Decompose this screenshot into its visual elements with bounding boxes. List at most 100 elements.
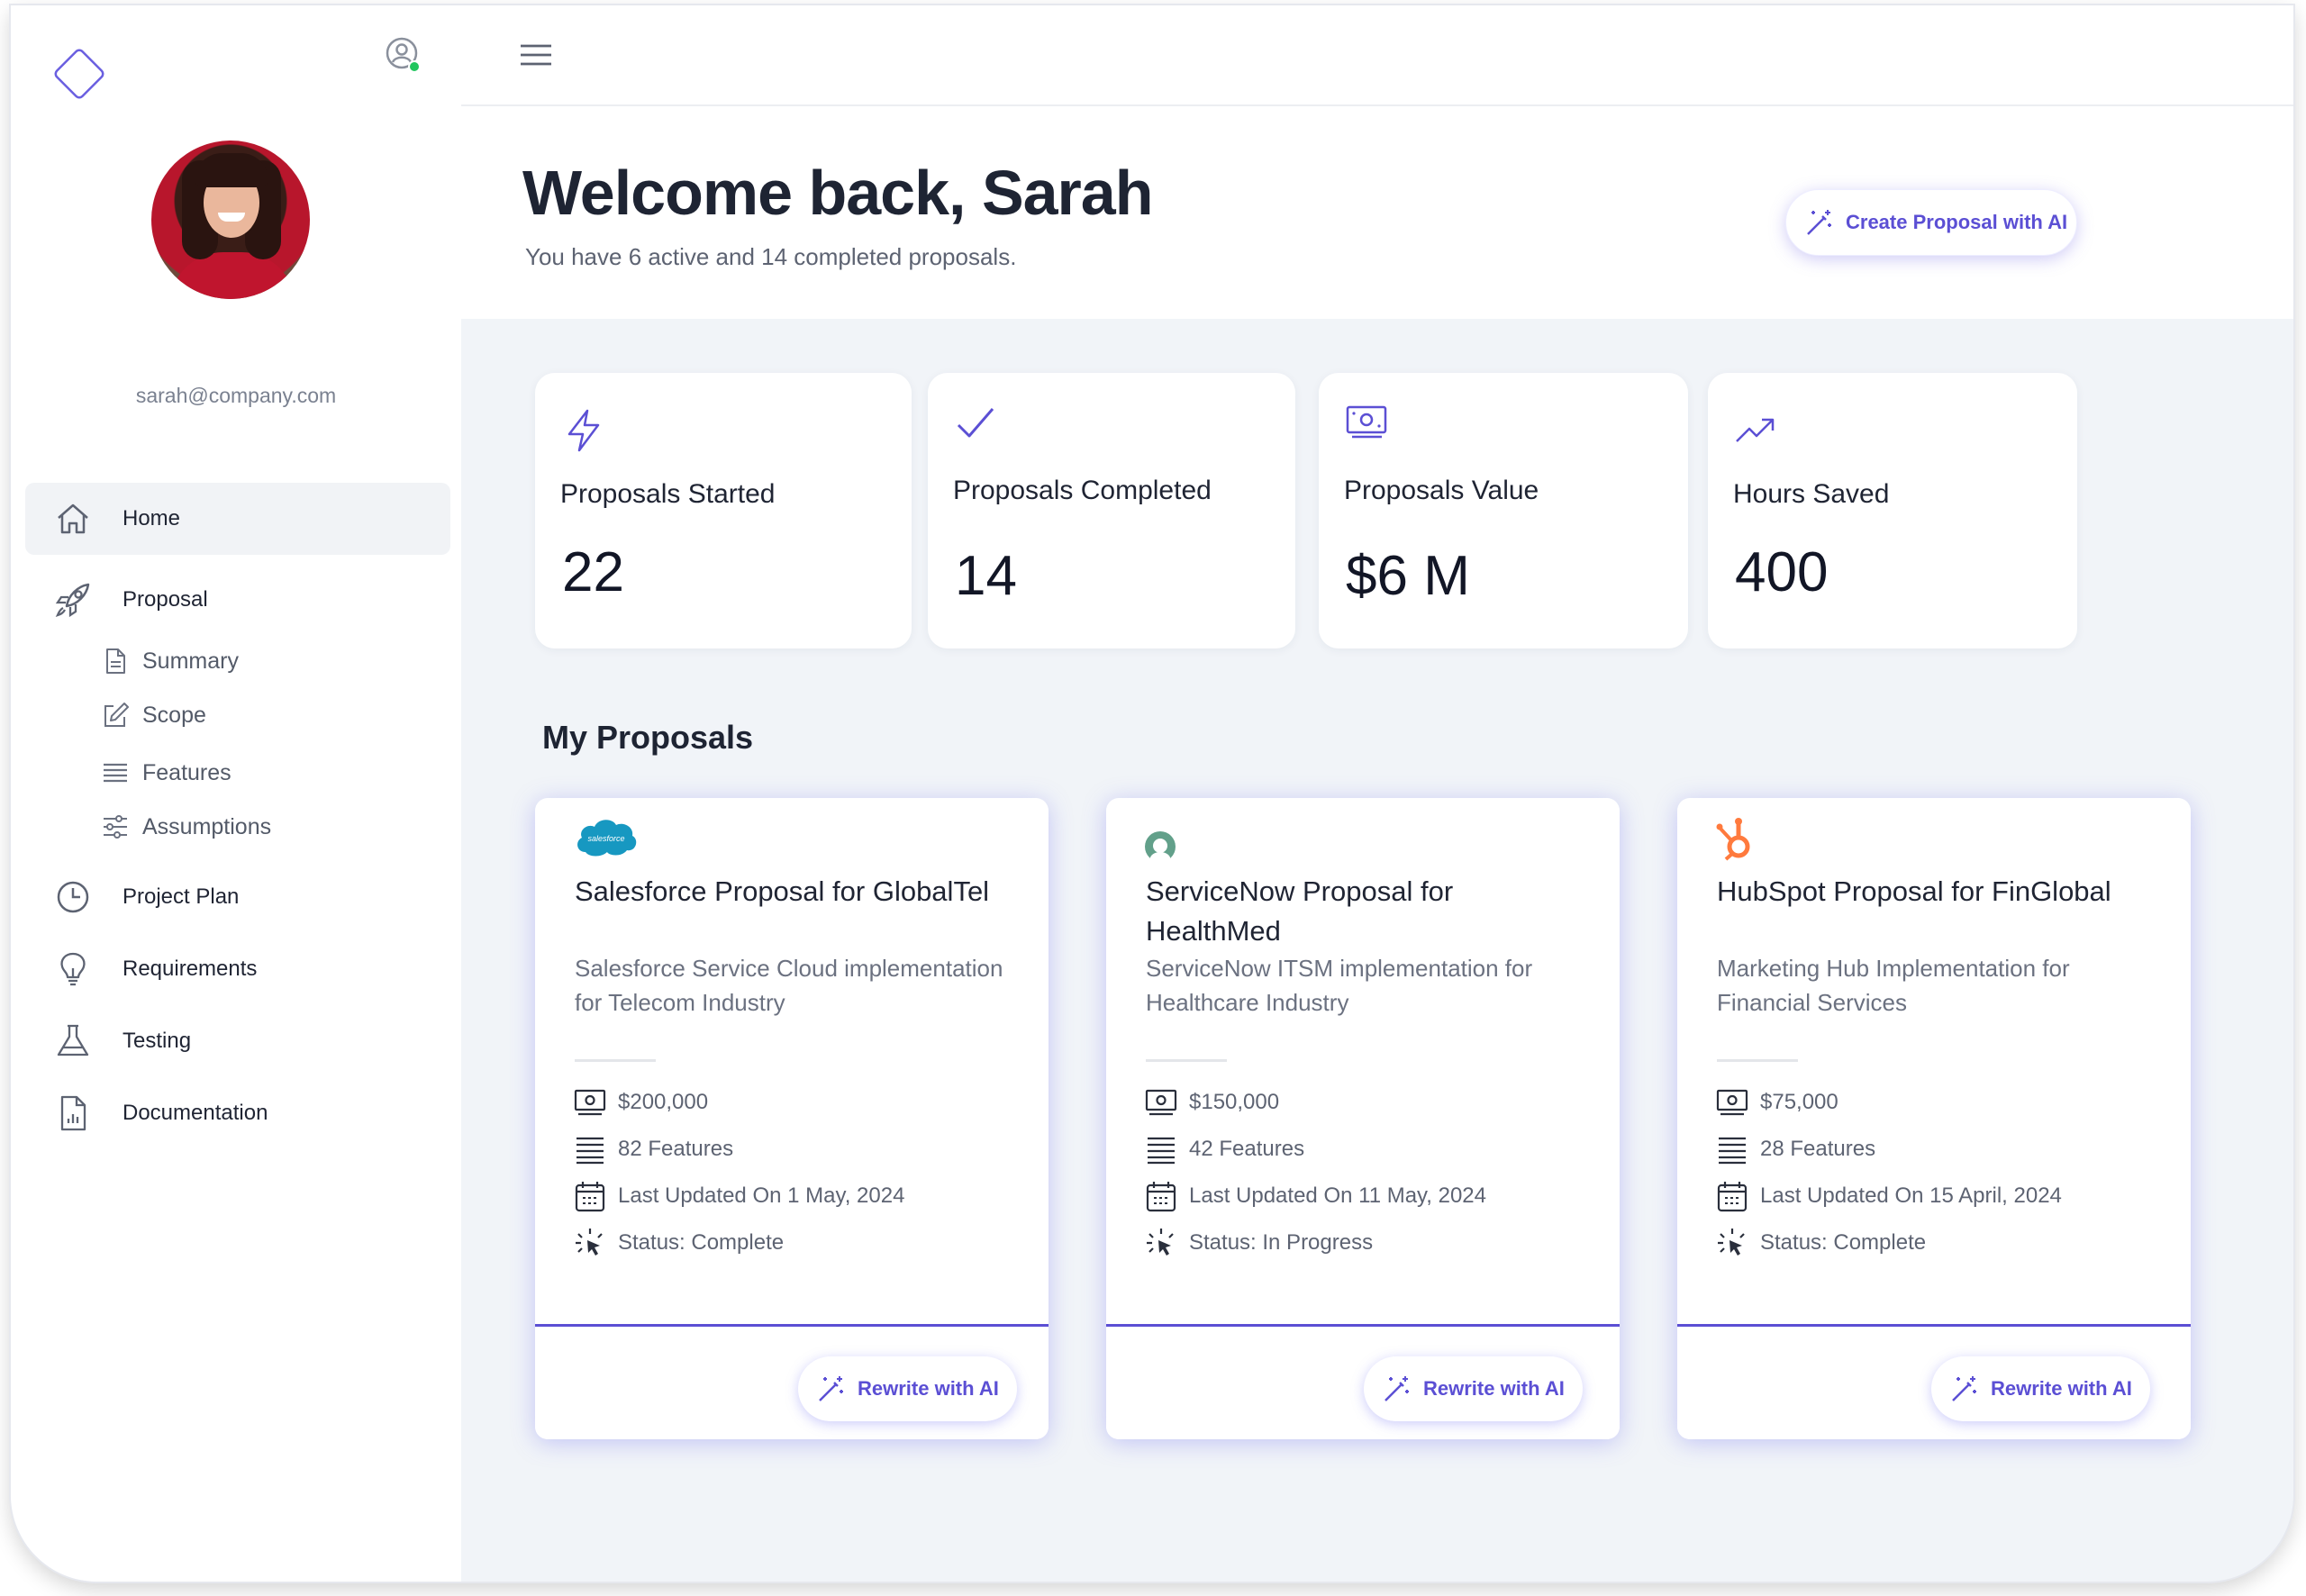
proposal-status-row: Status: Complete (1715, 1225, 1926, 1261)
proposal-features-row: 42 Features (1144, 1131, 1304, 1167)
money-icon (574, 1089, 606, 1116)
stat-card-hours-saved: Hours Saved 400 (1708, 373, 2077, 648)
proposal-value-row: $75,000 (1715, 1084, 1838, 1120)
proposal-status-row: Status: In Progress (1144, 1225, 1373, 1261)
proposal-title[interactable]: ServiceNow Proposal for HealthMed (1146, 872, 1578, 951)
sidebar-item-proposal[interactable]: Proposal (25, 564, 450, 636)
proposal-features: 82 Features (618, 1137, 734, 1161)
proposal-description: ServiceNow ITSM implementation for Healt… (1146, 955, 1533, 1016)
salesforce-logo-icon: salesforce (577, 820, 637, 857)
rewrite-with-ai-button[interactable]: Rewrite with AI (1364, 1356, 1583, 1421)
stat-label: Proposals Value (1344, 476, 1539, 505)
proposal-title[interactable]: HubSpot Proposal for FinGlobal (1717, 872, 2149, 911)
status-cursor-icon (576, 1229, 603, 1256)
proposal-value: $75,000 (1760, 1090, 1838, 1114)
proposal-status-row: Status: Complete (573, 1225, 784, 1261)
rocket-icon (55, 583, 90, 618)
proposal-description: Salesforce Service Cloud implementation … (575, 955, 1003, 1016)
divider (1146, 1059, 1227, 1062)
calendar-icon (1146, 1182, 1176, 1212)
page-header: Welcome back, Sarah You have 6 active an… (461, 106, 2293, 319)
svg-text:salesforce: salesforce (587, 834, 624, 843)
proposal-value: $150,000 (1189, 1090, 1280, 1114)
proposal-card[interactable]: HubSpot Proposal for FinGlobal Marketing… (1677, 798, 2191, 1439)
page-subtitle: You have 6 active and 14 completed propo… (525, 243, 1017, 270)
check-icon (957, 408, 994, 438)
top-bar (461, 5, 2293, 106)
proposal-card[interactable]: ServiceNow Proposal for HealthMed Servic… (1106, 798, 1620, 1439)
proposal-title[interactable]: Salesforce Proposal for GlobalTel (575, 872, 1007, 911)
document-chart-icon (60, 1095, 86, 1131)
proposal-value-row: $150,000 (1144, 1084, 1279, 1120)
magic-wand-icon (819, 1376, 843, 1401)
hubspot-logo-icon (1716, 818, 1750, 861)
sidebar: sarah@company.com Home Proposal Summary … (11, 5, 461, 1582)
section-title: My Proposals (542, 719, 754, 756)
sidebar-subitem-summary[interactable]: Summary (101, 641, 239, 681)
avatar[interactable] (151, 141, 310, 299)
rewrite-with-ai-button[interactable]: Rewrite with AI (1931, 1356, 2150, 1421)
stat-label: Proposals Completed (953, 476, 1212, 505)
sliders-icon (104, 815, 127, 839)
proposal-card-footer: Rewrite with AI (1106, 1324, 1620, 1439)
user-profile-icon[interactable] (385, 36, 422, 74)
magic-wand-icon (1807, 210, 1831, 235)
sidebar-item-home[interactable]: Home (25, 483, 450, 555)
app-logo-icon[interactable] (47, 41, 112, 106)
rewrite-label: Rewrite with AI (1991, 1377, 2132, 1400)
create-proposal-button[interactable]: Create Proposal with AI (1785, 189, 2077, 256)
proposal-status: Status: Complete (618, 1230, 785, 1255)
divider (575, 1059, 656, 1062)
stat-value: 22 (562, 541, 624, 603)
rewrite-label: Rewrite with AI (1423, 1377, 1565, 1400)
flask-icon (57, 1024, 89, 1056)
magic-wand-icon (1952, 1376, 1976, 1401)
stat-value: 400 (1735, 541, 1829, 603)
list-icon (576, 1137, 604, 1165)
money-icon (1346, 405, 1387, 439)
sidebar-subitem-label: Scope (142, 702, 206, 728)
rewrite-with-ai-button[interactable]: Rewrite with AI (798, 1356, 1017, 1421)
sidebar-item-testing[interactable]: Testing (25, 1005, 450, 1077)
trending-up-icon (1736, 418, 1775, 442)
stat-value: $6 M (1346, 545, 1470, 607)
sidebar-subitem-scope[interactable]: Scope (101, 695, 206, 735)
proposal-features: 42 Features (1189, 1137, 1305, 1161)
proposal-value-row: $200,000 (573, 1084, 708, 1120)
create-proposal-label: Create Proposal with AI (1846, 211, 2068, 233)
proposal-features: 28 Features (1760, 1137, 1876, 1161)
proposal-status: Status: In Progress (1189, 1230, 1374, 1255)
sidebar-item-requirements[interactable]: Requirements (25, 933, 450, 1005)
divider (1717, 1059, 1798, 1062)
sidebar-item-documentation[interactable]: Documentation (25, 1077, 450, 1149)
magic-wand-icon (1385, 1376, 1409, 1401)
proposal-features-row: 28 Features (1715, 1131, 1875, 1167)
page-title: Welcome back, Sarah (522, 158, 1153, 228)
proposal-card[interactable]: salesforce Salesforce Proposal for Globa… (535, 798, 1049, 1439)
sidebar-subitem-label: Features (142, 759, 232, 785)
lightbulb-icon (60, 952, 86, 986)
money-icon (1716, 1089, 1748, 1116)
proposal-updated: Last Updated On 1 May, 2024 (618, 1183, 905, 1208)
stat-card-proposals-started: Proposals Started 22 (535, 373, 912, 648)
sidebar-item-label: Project Plan (123, 884, 240, 909)
sidebar-item-project-plan[interactable]: Project Plan (25, 861, 450, 933)
rewrite-label: Rewrite with AI (858, 1377, 999, 1400)
proposal-features-row: 82 Features (573, 1131, 733, 1167)
proposal-status: Status: Complete (1760, 1230, 1927, 1255)
calendar-icon (575, 1182, 605, 1212)
hamburger-menu-icon[interactable] (519, 41, 553, 68)
sidebar-item-label: Proposal (123, 587, 208, 612)
money-icon (1145, 1089, 1177, 1116)
sidebar-subitem-features[interactable]: Features (101, 753, 232, 793)
stat-value: 14 (955, 545, 1017, 607)
status-cursor-icon (1147, 1229, 1174, 1256)
app-window: sarah@company.com Home Proposal Summary … (11, 5, 2293, 1582)
sidebar-item-label: Testing (123, 1029, 192, 1053)
proposal-updated-row: Last Updated On 1 May, 2024 (573, 1178, 904, 1214)
sidebar-subitem-assumptions[interactable]: Assumptions (101, 807, 271, 847)
proposal-updated-row: Last Updated On 15 April, 2024 (1715, 1178, 2062, 1214)
proposal-updated-row: Last Updated On 11 May, 2024 (1144, 1178, 1486, 1214)
sidebar-subitem-label: Assumptions (142, 813, 272, 839)
proposal-value: $200,000 (618, 1090, 709, 1114)
